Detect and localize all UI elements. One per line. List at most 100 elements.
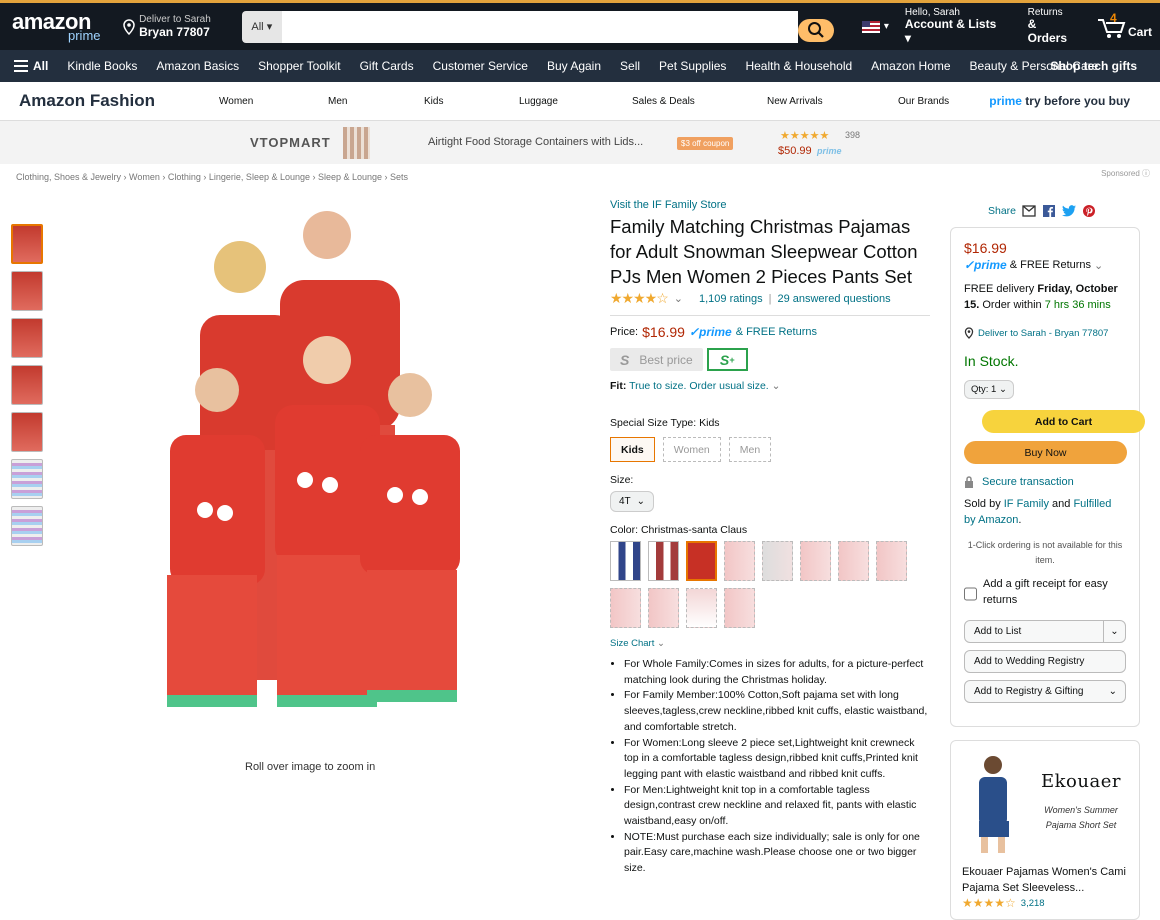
color-swatch[interactable] [724, 588, 755, 628]
subnav-customer-service[interactable]: Customer Service [433, 59, 528, 73]
email-icon[interactable] [1022, 205, 1036, 217]
facebook-icon[interactable] [1042, 205, 1056, 217]
color-swatch[interactable] [610, 541, 641, 581]
subnav-health-household[interactable]: Health & Household [745, 59, 852, 73]
prime-word: prime [989, 94, 1022, 108]
answered-questions-link[interactable]: 29 answered questions [777, 293, 890, 305]
fashion-link-men[interactable]: Men [328, 96, 347, 107]
add-to-list-button[interactable]: Add to List ⌄ [964, 620, 1126, 643]
cart-button[interactable]: 4 Cart [1096, 11, 1152, 39]
thumbnail[interactable] [11, 459, 43, 499]
color-swatch[interactable] [648, 588, 679, 628]
product-main-image[interactable] [145, 195, 485, 755]
sold-by-mid: and [1048, 498, 1074, 510]
secure-transaction[interactable]: Secure transaction [964, 476, 1126, 488]
location-pin-icon [964, 327, 974, 339]
gift-receipt[interactable]: Add a gift receipt for easy returns [964, 577, 1126, 608]
subnav-kindle-books[interactable]: Kindle Books [67, 59, 137, 73]
account-lists: Account & Lists ▾ [904, 17, 997, 46]
chevron-down-icon[interactable]: ⌄ [772, 380, 781, 392]
subnav-gift-cards[interactable]: Gift Cards [360, 59, 414, 73]
color-swatch[interactable] [686, 541, 717, 581]
fashion-link-kids[interactable]: Kids [424, 96, 443, 107]
subnav-amazon-basics[interactable]: Amazon Basics [156, 59, 239, 73]
fashion-link-women[interactable]: Women [219, 96, 253, 107]
size-type-kids[interactable]: Kids [610, 437, 655, 462]
fit-value[interactable]: True to size. Order usual size. [629, 380, 769, 392]
fashion-link-new-arrivals[interactable]: New Arrivals [767, 96, 823, 107]
star-rating-icon[interactable]: ★★★★☆ [610, 290, 669, 307]
ad-price: $50.99 [778, 145, 812, 157]
subnav-sell[interactable]: Sell [620, 59, 640, 73]
add-to-cart-button[interactable]: Add to Cart [982, 410, 1145, 433]
best-price-badge[interactable]: S Best price [610, 348, 703, 371]
thumbnail[interactable] [11, 318, 43, 358]
free-returns-text: & FREE Returns [1009, 259, 1092, 271]
language-selector[interactable]: ▾ [861, 20, 889, 33]
search-category-select[interactable]: All ▾ [241, 10, 282, 43]
returns-orders[interactable]: Returns & Orders [1028, 7, 1078, 46]
side-ad-count[interactable]: 3,218 [1021, 898, 1045, 909]
s-plus-icon[interactable]: S + [706, 348, 748, 371]
shop-tech-gifts[interactable]: Shop tech gifts [1050, 59, 1137, 73]
thumbnail[interactable] [11, 271, 43, 311]
thumbnail[interactable] [11, 412, 43, 452]
subnav-amazon-home[interactable]: Amazon Home [871, 59, 950, 73]
thumbnail[interactable] [11, 506, 43, 546]
thumbnail[interactable] [11, 365, 43, 405]
seller-link[interactable]: IF Family [1004, 498, 1049, 510]
chevron-down-icon[interactable]: ⌄ [1103, 621, 1125, 642]
color-swatch[interactable] [610, 588, 641, 628]
color-swatch[interactable] [800, 541, 831, 581]
thumbnail[interactable] [11, 224, 43, 264]
color-swatch[interactable] [762, 541, 793, 581]
size-value: 4T [619, 496, 631, 507]
search-input[interactable] [281, 10, 798, 43]
size-dropdown[interactable]: 4T ⌄ [610, 491, 655, 512]
registry-gifting-button[interactable]: Add to Registry & Gifting ⌄ [964, 680, 1126, 703]
color-swatch[interactable] [724, 541, 755, 581]
breadcrumb[interactable]: Clothing, Shoes & Jewelry › Women › Clot… [16, 172, 408, 182]
size-type-women[interactable]: Women [662, 437, 721, 462]
color-swatch[interactable] [686, 588, 717, 628]
side-ad[interactable]: Ekouaer Women's Summer Pajama Short Set … [950, 740, 1140, 920]
search-button[interactable] [797, 18, 834, 42]
color-swatch[interactable] [838, 541, 869, 581]
fashion-link-our-brands[interactable]: Our Brands [898, 96, 949, 107]
quantity-select[interactable]: Qty: 1 ⌄ [964, 380, 1014, 399]
fit-info: Fit: True to size. Order usual size. ⌄ [610, 380, 930, 392]
size-type-men[interactable]: Men [728, 437, 772, 462]
wedding-registry-button[interactable]: Add to Wedding Registry [964, 650, 1126, 673]
feature-bullet: NOTE:Must purchase each size individuall… [624, 830, 930, 877]
free-returns-link[interactable]: & FREE Returns [736, 326, 817, 338]
prime-try-before-you-buy[interactable]: prime try before you buy [989, 94, 1130, 108]
buybox-free-returns[interactable]: & FREE Returns [1010, 259, 1091, 271]
chevron-down-icon[interactable]: ⌄ [1094, 259, 1103, 272]
size-chart-link[interactable]: Size Chart ⌄ [610, 638, 930, 649]
price-label: Price: [610, 326, 639, 338]
fashion-link-luggage[interactable]: Luggage [519, 96, 558, 107]
twitter-icon[interactable] [1062, 205, 1077, 217]
sponsored-banner[interactable]: VTOPMART Airtight Food Storage Container… [0, 121, 1160, 164]
all-menu-button[interactable]: All [14, 59, 48, 73]
best-price-label: Best price [639, 352, 693, 367]
gift-receipt-checkbox[interactable] [964, 580, 977, 608]
store-link[interactable]: Visit the IF Family Store [610, 199, 930, 211]
chevron-down-icon[interactable]: ⌄ [674, 292, 683, 305]
subnav-shopper-toolkit[interactable]: Shopper Toolkit [258, 59, 341, 73]
side-ad-title[interactable]: Ekouaer Pajamas Women's Cami Pajama Set … [962, 865, 1132, 896]
account-menu[interactable]: Hello, Sarah Account & Lists ▾ [905, 7, 1004, 46]
subnav-buy-again[interactable]: Buy Again [547, 59, 601, 73]
amazon-logo[interactable]: amazon prime [12, 11, 108, 43]
fashion-title[interactable]: Amazon Fashion [19, 91, 155, 111]
pinterest-icon[interactable] [1082, 205, 1096, 217]
color-swatch[interactable] [876, 541, 907, 581]
buy-now-button[interactable]: Buy Now [964, 441, 1127, 464]
fashion-link-sales[interactable]: Sales & Deals [632, 96, 695, 107]
deliver-to-link[interactable]: Deliver to Sarah - Bryan 77807 [964, 327, 1126, 339]
size-type-options: Kids Women Men [610, 437, 930, 462]
color-swatch[interactable] [648, 541, 679, 581]
deliver-to[interactable]: Deliver to Sarah Bryan 77807 [122, 14, 234, 39]
subnav-pet-supplies[interactable]: Pet Supplies [659, 59, 726, 73]
ratings-link[interactable]: 1,109 ratings [699, 293, 763, 305]
